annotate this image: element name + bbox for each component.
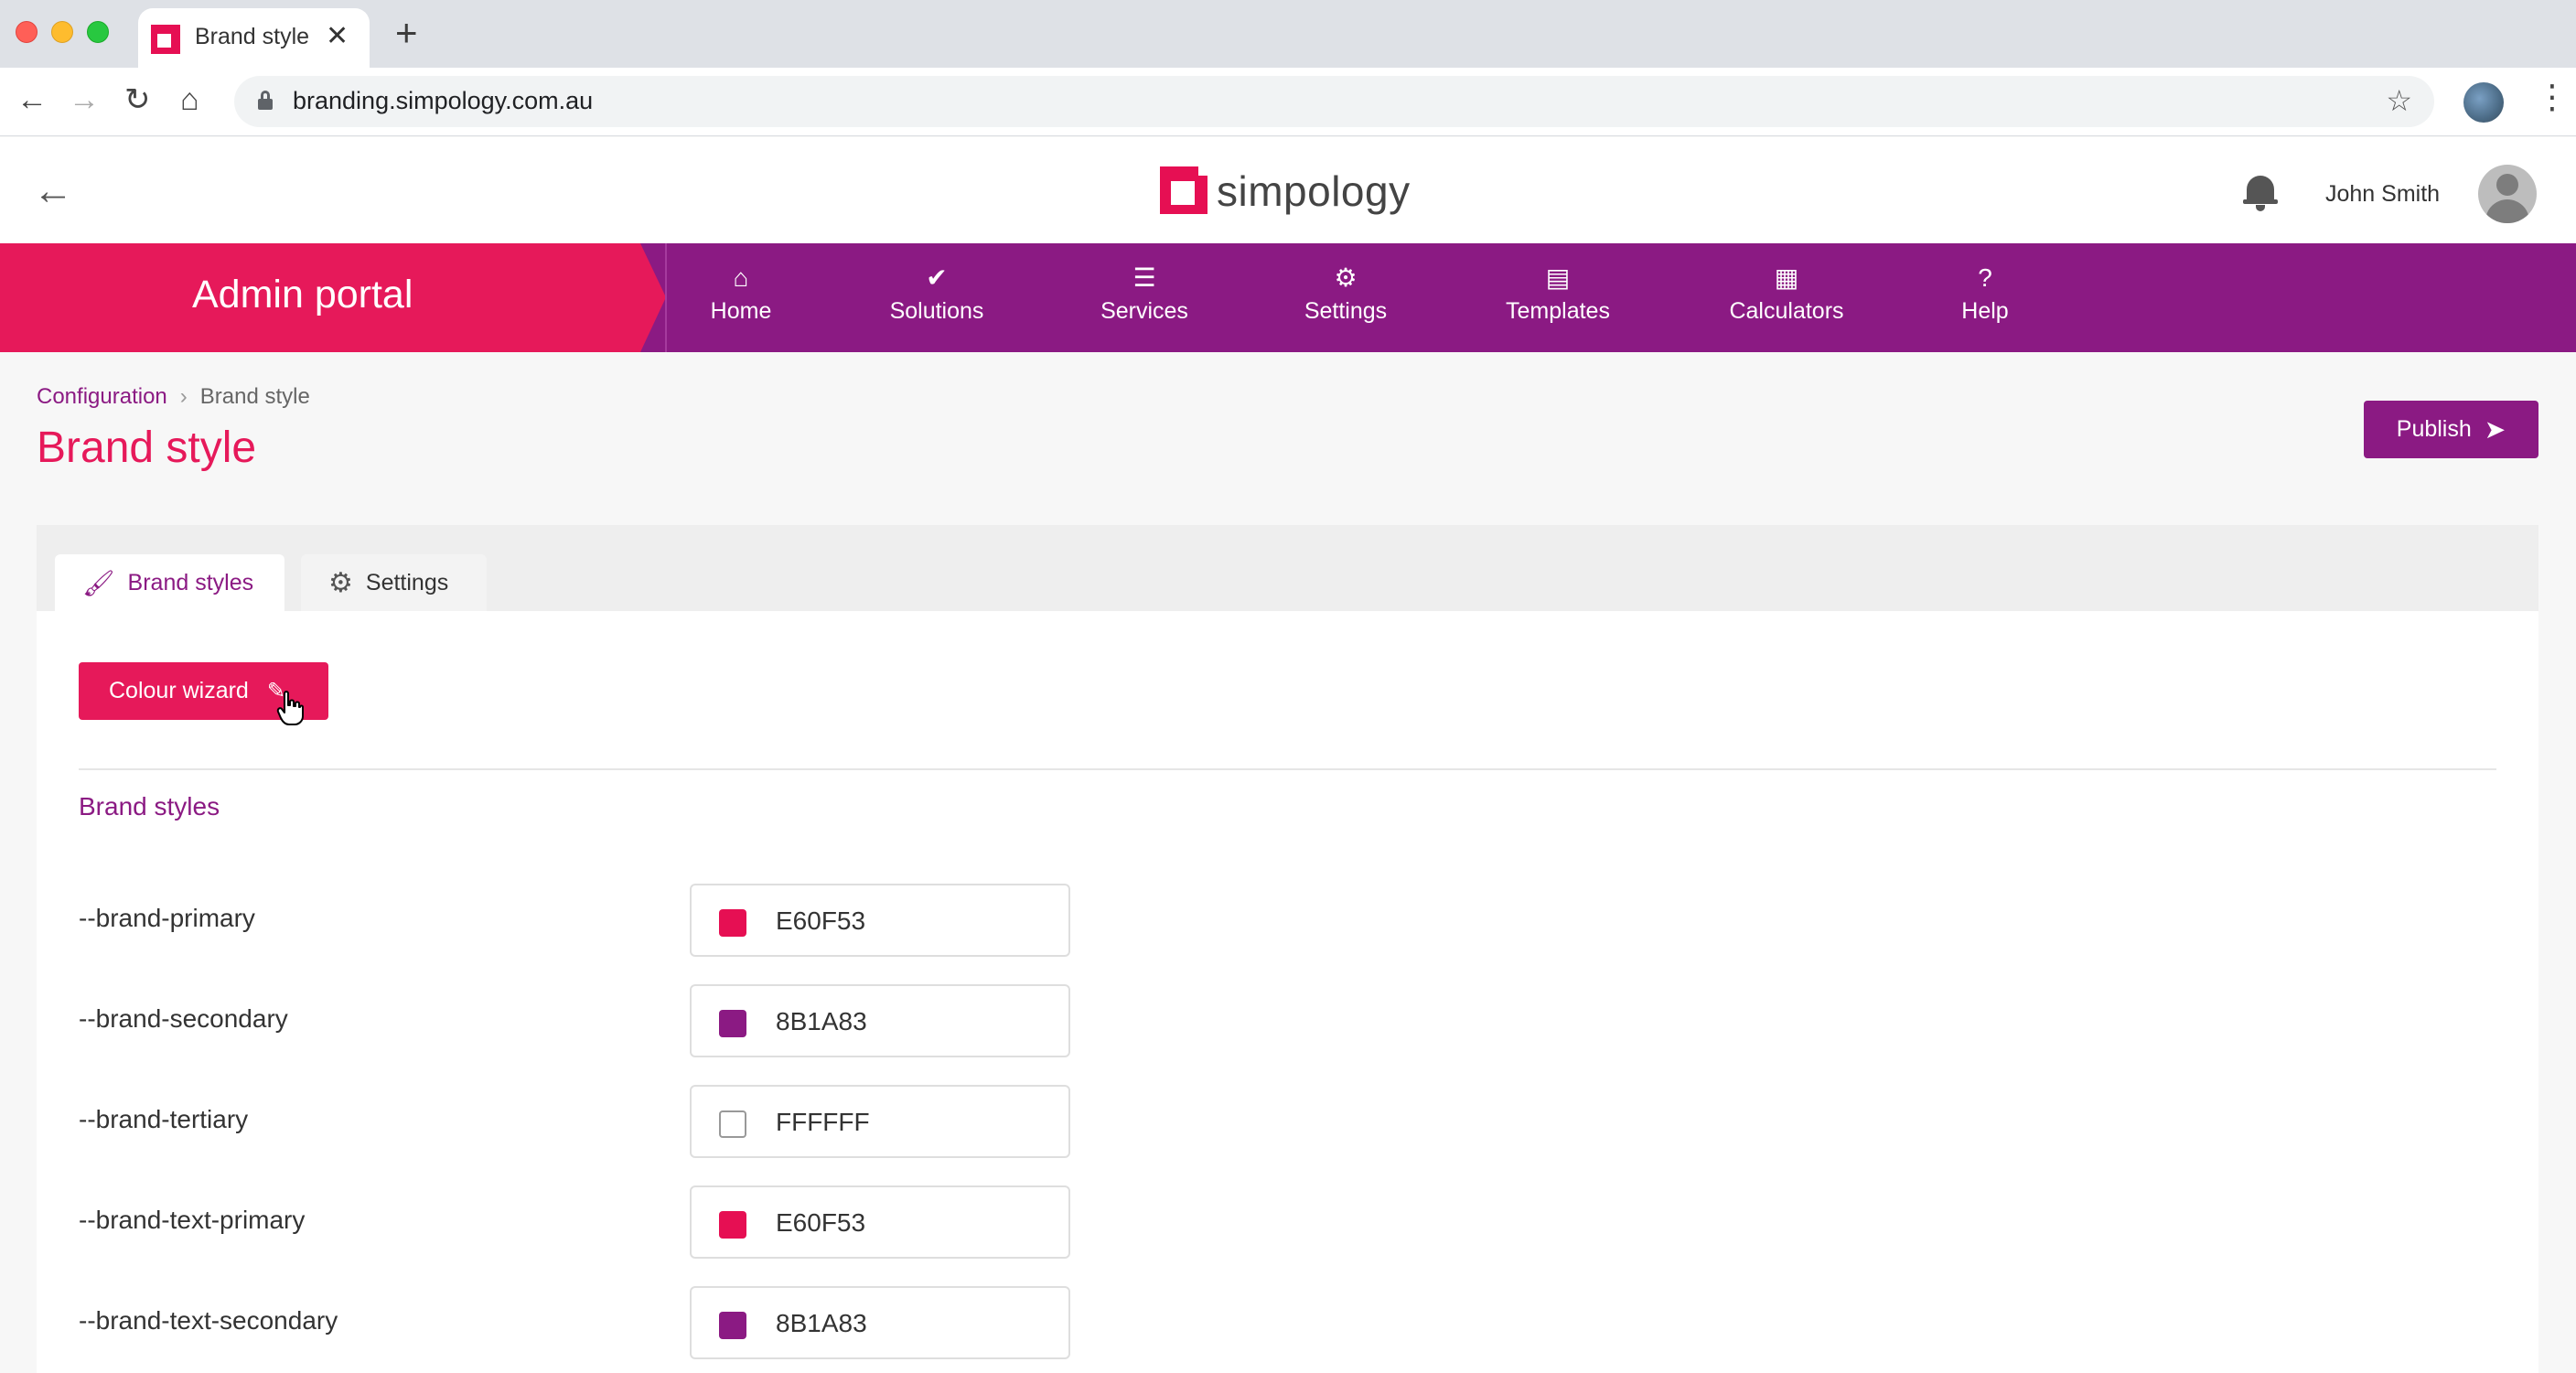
style-label: --brand-secondary: [79, 1004, 288, 1033]
nav-item-label: Calculators: [1729, 298, 1844, 324]
grid-icon: ▦: [1774, 263, 1799, 292]
colour-value[interactable]: E60F53: [776, 906, 865, 936]
close-window-button[interactable]: [16, 21, 38, 43]
hand-pointer-cursor-icon: [276, 691, 304, 725]
user-name[interactable]: John Smith: [2325, 181, 2440, 208]
colour-value[interactable]: 8B1A83: [776, 1007, 867, 1036]
forward-icon[interactable]: →: [69, 84, 100, 115]
publish-label: Publish: [2396, 416, 2472, 442]
reload-icon[interactable]: ↻: [124, 84, 151, 115]
browser-tab-strip: Brand style ✕ +: [0, 0, 2576, 68]
check-circle-icon: ✔: [926, 263, 948, 292]
section-divider: [79, 768, 2496, 770]
breadcrumb-configuration-link[interactable]: Configuration: [37, 384, 167, 409]
publish-button[interactable]: Publish ➤: [2364, 401, 2538, 458]
nav-item-label: Home: [710, 298, 772, 324]
browser-tab-title: Brand style: [195, 24, 310, 49]
tab-bar: 🖌 Brand styles ⚙ Settings: [37, 525, 2538, 611]
lock-icon[interactable]: [258, 91, 273, 110]
address-bar[interactable]: branding.simpology.com.au ☆: [234, 76, 2434, 127]
colour-input-brand-text-secondary[interactable]: 8B1A83: [690, 1286, 1070, 1359]
style-label: --brand-tertiary: [79, 1105, 249, 1133]
document-icon: ▤: [1545, 263, 1571, 292]
bell-icon[interactable]: [2243, 172, 2278, 212]
maximize-window-button[interactable]: [87, 21, 109, 43]
tab-close-icon[interactable]: ✕: [326, 20, 349, 52]
breadcrumb: Configuration › Brand style: [37, 384, 310, 410]
colour-swatch[interactable]: [719, 1211, 746, 1239]
nav-item-help[interactable]: ? Help: [1959, 263, 2011, 325]
bookmark-star-icon[interactable]: ☆: [2386, 83, 2412, 118]
nav-item-label: Settings: [1304, 298, 1388, 324]
breadcrumb-current: Brand style: [199, 384, 310, 409]
url-text[interactable]: branding.simpology.com.au: [293, 87, 593, 115]
avatar[interactable]: [2478, 165, 2537, 223]
gear-icon: ⚙: [1334, 263, 1358, 292]
colour-value[interactable]: E60F53: [776, 1208, 865, 1238]
portal-banner: Admin portal: [0, 243, 666, 352]
style-row-brand-secondary: --brand-secondary 8B1A83: [79, 984, 1103, 1057]
tab-settings[interactable]: ⚙ Settings: [301, 554, 487, 611]
style-label: --brand-text-primary: [79, 1206, 306, 1234]
colour-wizard-label: Colour wizard: [109, 678, 249, 703]
portal-title: Admin portal: [192, 273, 413, 316]
nav-item-label: Templates: [1506, 298, 1610, 324]
home-icon: ⌂: [733, 263, 749, 292]
nav-item-services[interactable]: ☰ Services: [1100, 263, 1189, 325]
app-header: ← simpology John Smith: [0, 137, 2576, 243]
tab-brand-styles[interactable]: 🖌 Brand styles: [55, 554, 284, 611]
style-row-brand-tertiary: --brand-tertiary FFFFFF: [79, 1085, 1103, 1158]
nav-item-solutions[interactable]: ✔ Solutions: [887, 263, 986, 325]
colour-input-brand-secondary[interactable]: 8B1A83: [690, 984, 1070, 1057]
browser-tab[interactable]: Brand style ✕: [138, 8, 370, 68]
simpology-favicon-icon: [151, 25, 180, 54]
tab-label: Settings: [365, 569, 449, 595]
nav-item-label: Help: [1961, 298, 2009, 324]
nav-item-settings[interactable]: ⚙ Settings: [1303, 263, 1389, 325]
paintbrush-icon: 🖌: [82, 568, 115, 597]
main-nav: Admin portal ⌂ Home ✔ Solutions ☰ Servic…: [0, 243, 2576, 352]
nav-divider: [665, 243, 667, 352]
colour-value[interactable]: FFFFFF: [776, 1108, 870, 1137]
colour-swatch[interactable]: [719, 909, 746, 937]
nav-item-calculators[interactable]: ▦ Calculators: [1727, 263, 1846, 325]
back-icon[interactable]: ←: [16, 84, 48, 115]
list-icon: ☰: [1132, 263, 1156, 292]
colour-input-brand-primary[interactable]: E60F53: [690, 884, 1070, 957]
question-circle-icon: ?: [1978, 263, 1992, 292]
style-row-brand-text-secondary: --brand-text-secondary 8B1A83: [79, 1286, 1103, 1359]
nav-item-label: Services: [1100, 298, 1188, 324]
back-arrow-icon[interactable]: ←: [33, 168, 73, 214]
brand-style-card: 🖌 Brand styles ⚙ Settings Colour wizard …: [37, 525, 2538, 1373]
colour-swatch[interactable]: [719, 1312, 746, 1339]
tab-label: Brand styles: [127, 569, 254, 595]
section-title: Brand styles: [79, 792, 220, 821]
browser-toolbar: ← → ↻ ⌂ branding.simpology.com.au ☆ ⋮: [0, 68, 2576, 136]
browser-profile-avatar[interactable]: [2463, 82, 2504, 123]
breadcrumb-chevron-icon: ›: [179, 384, 188, 409]
nav-item-label: Solutions: [889, 298, 984, 324]
colour-input-brand-text-primary[interactable]: E60F53: [690, 1185, 1070, 1259]
minimize-window-button[interactable]: [51, 21, 73, 43]
paper-plane-icon: ➤: [2484, 415, 2506, 444]
nav-item-home[interactable]: ⌂ Home: [710, 263, 772, 325]
browser-menu-icon[interactable]: ⋮: [2536, 80, 2569, 113]
new-tab-icon[interactable]: +: [395, 14, 418, 52]
page-title: Brand style: [37, 424, 257, 472]
style-label: --brand-primary: [79, 904, 255, 932]
logo-text: simpology: [1217, 167, 1411, 215]
style-row-brand-text-primary: --brand-text-primary E60F53: [79, 1185, 1103, 1259]
colour-input-brand-tertiary[interactable]: FFFFFF: [690, 1085, 1070, 1158]
nav-item-templates[interactable]: ▤ Templates: [1504, 263, 1612, 325]
style-row-brand-primary: --brand-primary E60F53: [79, 884, 1103, 957]
simpology-logo-mark-icon: [1160, 165, 1209, 214]
colour-swatch[interactable]: [719, 1110, 746, 1138]
style-label: --brand-text-secondary: [79, 1306, 338, 1335]
colour-swatch[interactable]: [719, 1010, 746, 1037]
colour-value[interactable]: 8B1A83: [776, 1309, 867, 1338]
home-icon[interactable]: ⌂: [180, 84, 199, 115]
gear-icon: ⚙: [328, 567, 353, 598]
